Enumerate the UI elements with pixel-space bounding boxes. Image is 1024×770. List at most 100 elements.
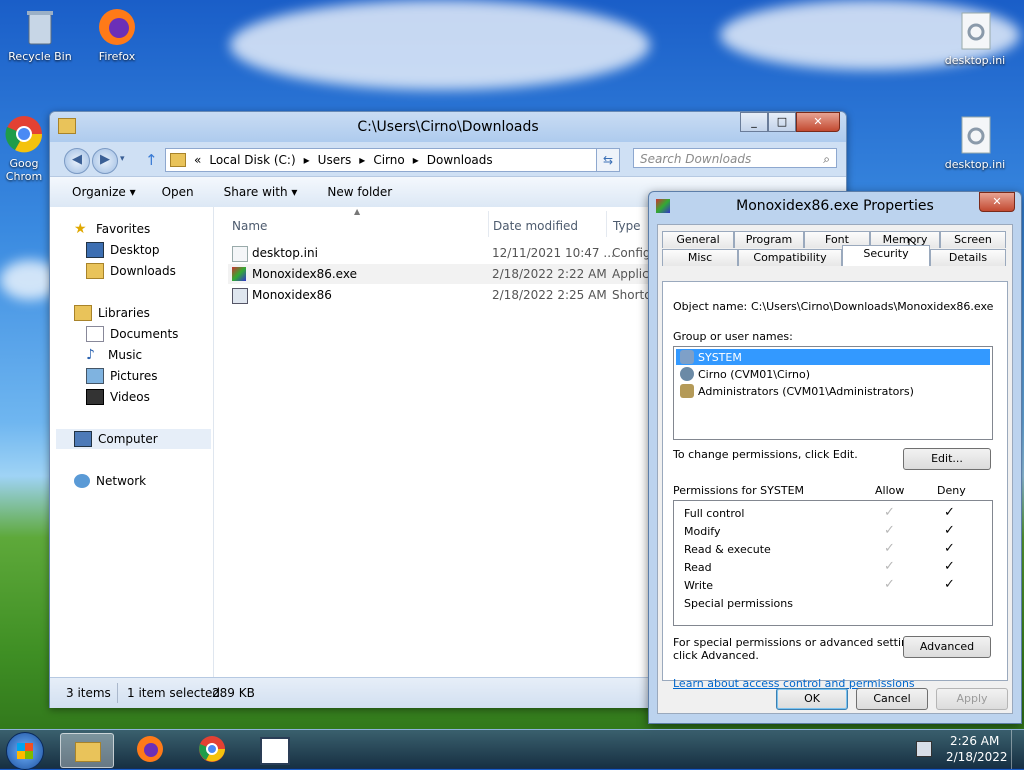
nav-computer[interactable]: Computer xyxy=(56,429,211,449)
explorer-titlebar[interactable]: C:\Users\Cirno\Downloads _ □ ✕ xyxy=(50,112,846,142)
firefox-icon xyxy=(137,736,163,762)
folder-icon xyxy=(75,742,101,762)
back-button[interactable]: ◀ xyxy=(64,148,90,174)
chrome-icon xyxy=(199,736,225,762)
wallpaper-cloud xyxy=(230,0,650,90)
properties-close-button[interactable]: ✕ xyxy=(979,192,1015,212)
explorer-title: C:\Users\Cirno\Downloads xyxy=(357,119,539,135)
edit-button[interactable]: Edit... xyxy=(903,448,991,470)
permissions-list[interactable]: Full control ✓ ✓ Modify ✓ ✓ Read & execu… xyxy=(673,500,993,626)
column-date-modified[interactable]: Date modified xyxy=(493,219,578,233)
share-with-button[interactable]: Share with ▾ xyxy=(224,185,298,199)
user-item-cirno[interactable]: Cirno (CVM01\Cirno) xyxy=(680,366,810,382)
properties-titlebar[interactable]: Monoxidex86.exe Properties ✕ xyxy=(649,192,1021,220)
maximize-button[interactable]: □ xyxy=(768,112,796,132)
firefox-label: Firefox xyxy=(98,50,136,63)
apply-button[interactable]: Apply xyxy=(936,688,1008,710)
recycle-bin-icon[interactable]: Recycle Bin xyxy=(3,6,77,63)
organize-button[interactable]: Organize ▾ xyxy=(72,185,136,199)
chrome-desktop-icon[interactable]: Goog Chrom xyxy=(0,113,48,183)
breadcrumb-users[interactable]: Users xyxy=(318,153,352,167)
advanced-button[interactable]: Advanced xyxy=(903,636,991,658)
breadcrumb-cirno[interactable]: Cirno xyxy=(373,153,404,167)
desktop-ini-label-1: desktop.ini xyxy=(944,54,1006,67)
tab-program[interactable]: Program xyxy=(734,231,804,248)
taskbar-firefox-button[interactable] xyxy=(124,733,176,766)
selection-status: 1 item selected xyxy=(127,686,221,700)
nav-videos[interactable]: Videos xyxy=(86,387,150,407)
permission-read: Read xyxy=(684,561,712,574)
minimize-button[interactable]: _ xyxy=(740,112,768,132)
deny-check-icon: ✓ xyxy=(944,523,955,538)
taskbar-explorer-button[interactable] xyxy=(60,733,114,768)
tab-misc[interactable]: Misc xyxy=(662,249,738,266)
properties-title: Monoxidex86.exe Properties xyxy=(736,198,934,214)
close-button[interactable]: ✕ xyxy=(796,112,840,132)
column-name[interactable]: Name xyxy=(232,219,267,233)
up-arrow-icon[interactable]: ↑ xyxy=(145,151,158,169)
film-icon xyxy=(86,389,104,405)
column-type[interactable]: Type xyxy=(613,219,641,233)
network-tray-icon[interactable] xyxy=(916,741,932,757)
cancel-button[interactable]: Cancel xyxy=(856,688,928,710)
desktop-ini-icon-2[interactable]: desktop.ini xyxy=(938,114,1012,171)
search-input[interactable]: Search Downloads ⌕ xyxy=(633,148,837,168)
deny-check-icon: ✓ xyxy=(944,577,955,592)
settings-file-icon xyxy=(954,10,996,52)
nav-libraries[interactable]: Libraries xyxy=(74,303,150,323)
breadcrumb-local-disk[interactable]: Local Disk (C:) xyxy=(209,153,295,167)
document-icon xyxy=(86,326,104,342)
file-row-monoxidex86-shortcut[interactable]: Monoxidex86 2/18/2022 2:25 AM Shorto xyxy=(228,285,652,305)
taskbar-chrome-button[interactable] xyxy=(186,733,238,766)
open-button[interactable]: Open xyxy=(162,185,194,199)
clock-time[interactable]: 2:26 AM xyxy=(950,734,999,748)
tab-details[interactable]: Details xyxy=(930,249,1006,266)
user-item-administrators[interactable]: Administrators (CVM01\Administrators) xyxy=(680,383,914,399)
new-folder-button[interactable]: New folder xyxy=(327,185,392,199)
show-desktop-button[interactable] xyxy=(1011,730,1024,769)
security-panel: Object name: C:\Users\Cirno\Downloads\Mo… xyxy=(662,281,1008,690)
user-item-system[interactable]: SYSTEM xyxy=(676,349,990,365)
nav-network[interactable]: Network xyxy=(74,471,146,491)
nav-music[interactable]: ♪ Music xyxy=(86,345,142,365)
object-name-label: Object name: xyxy=(673,300,748,313)
special-permissions-text: For special permissions or advanced sett… xyxy=(673,636,925,649)
address-bar[interactable]: « Local Disk (C:) ▸ Users ▸ Cirno ▸ Downloa… xyxy=(165,148,620,172)
chrome-label: Goog Chrom xyxy=(5,157,43,183)
clock-date[interactable]: 2/18/2022 xyxy=(946,750,1008,764)
column-divider[interactable] xyxy=(488,211,489,237)
address-overflow[interactable]: « xyxy=(194,153,201,167)
nav-documents[interactable]: Documents xyxy=(86,324,178,344)
recent-pages-dropdown-icon[interactable]: ▾ xyxy=(120,154,125,164)
settings-file-icon xyxy=(954,114,996,156)
allow-check-icon: ✓ xyxy=(884,577,895,592)
desktop-ini-icon-1[interactable]: desktop.ini xyxy=(938,10,1012,67)
tab-compatibility[interactable]: Compatibility xyxy=(738,249,842,266)
firefox-desktop-icon[interactable]: Firefox xyxy=(80,6,154,63)
taskbar: 2:26 AM 2/18/2022 xyxy=(0,729,1024,770)
chrome-icon xyxy=(3,113,45,155)
libraries-icon xyxy=(74,305,92,321)
nav-desktop[interactable]: Desktop xyxy=(86,240,160,260)
nav-downloads[interactable]: Downloads xyxy=(86,261,176,281)
deny-check-icon: ✓ xyxy=(944,541,955,556)
tab-screen[interactable]: Screen xyxy=(940,231,1006,248)
permission-special: Special permissions xyxy=(684,597,793,610)
tab-general[interactable]: General xyxy=(662,231,734,248)
trash-icon xyxy=(19,6,61,48)
column-divider[interactable] xyxy=(606,211,607,237)
permission-full-control: Full control xyxy=(684,507,745,520)
nav-favorites[interactable]: ★ Favorites xyxy=(74,219,150,239)
picture-icon xyxy=(86,368,104,384)
user-list[interactable]: SYSTEM Cirno (CVM01\Cirno) Administrator… xyxy=(673,346,993,440)
nav-pictures[interactable]: Pictures xyxy=(86,366,158,386)
forward-button[interactable]: ▶ xyxy=(92,148,118,174)
tab-security[interactable]: Security xyxy=(842,245,930,266)
start-button[interactable] xyxy=(6,732,44,770)
refresh-button[interactable]: ⇆ xyxy=(596,148,620,172)
taskbar-notepad-button[interactable] xyxy=(248,733,300,766)
file-row-desktop-ini[interactable]: desktop.ini 12/11/2021 10:47 ... Config xyxy=(228,243,651,263)
breadcrumb-downloads[interactable]: Downloads xyxy=(427,153,493,167)
file-row-monoxidex86-exe[interactable]: Monoxidex86.exe 2/18/2022 2:22 AM Applic xyxy=(228,264,649,284)
ok-button[interactable]: OK xyxy=(776,688,848,710)
